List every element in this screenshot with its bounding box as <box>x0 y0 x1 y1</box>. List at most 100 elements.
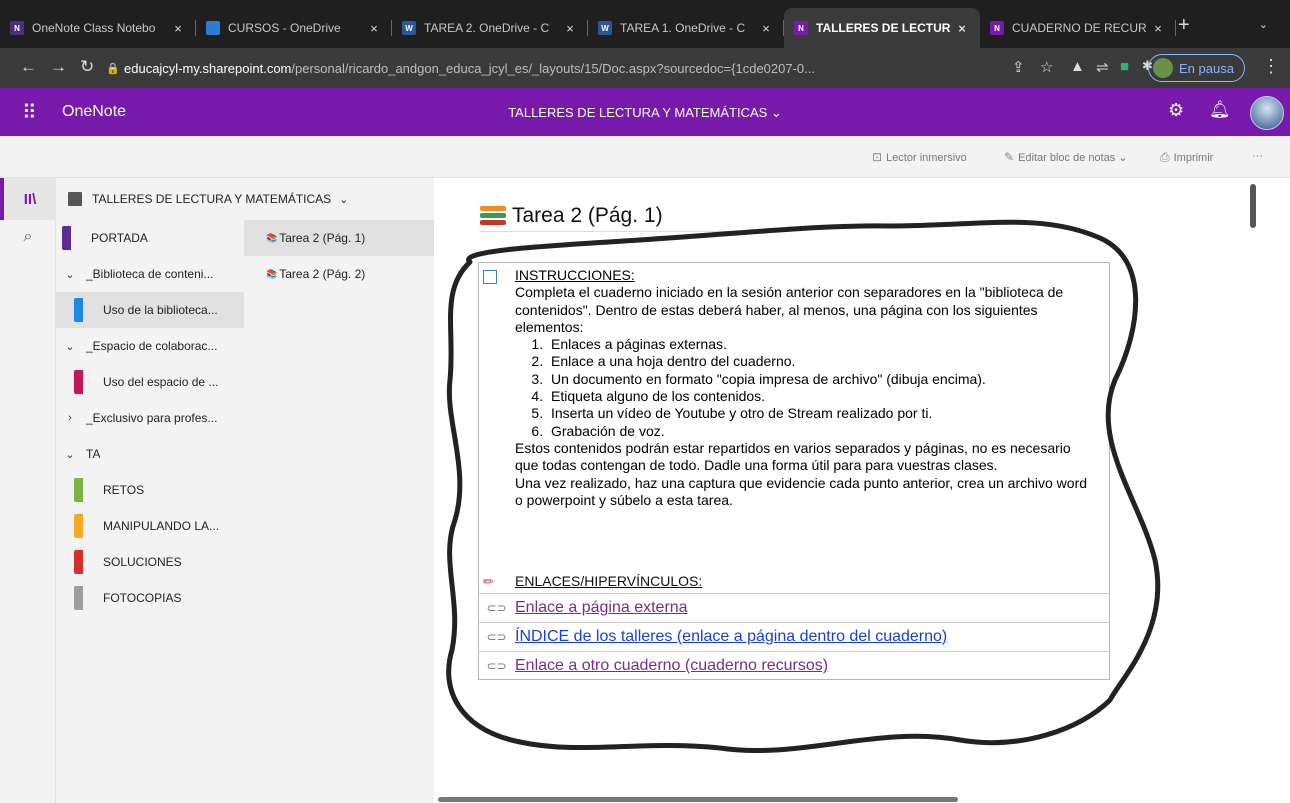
page-item[interactable]: 📚 Tarea 2 (Pág. 1) <box>244 220 434 256</box>
forward-arrow-icon[interactable]: → <box>50 57 67 77</box>
page-label: Tarea 2 (Pág. 2) <box>279 267 366 281</box>
address-bar[interactable]: 🔒 educajcyl-my.sharepoint.com/personal/r… <box>106 54 978 82</box>
section-color-tab <box>74 298 83 322</box>
immersive-reader-button[interactable]: ⊡ Lector inmersivo <box>872 150 967 164</box>
new-tab-button[interactable]: + <box>1178 14 1190 37</box>
notebook-title-dropdown[interactable]: TALLERES DE LECTURA Y MATEMÁTICAS ⌄ <box>0 105 1290 121</box>
close-icon[interactable]: × <box>758 21 774 36</box>
browser-tab-strip: N OneNote Class Notebo × CURSOS - OneDrive ×… <box>0 0 1290 48</box>
section-item[interactable]: Uso del espacio de ... <box>56 364 244 400</box>
settings-gear-icon[interactable]: ⚙ <box>1168 100 1184 121</box>
link-chain-icon: ⊂⊃ <box>486 630 507 644</box>
url-host: educajcyl-my.sharepoint.com <box>124 60 292 76</box>
section-color-tab <box>74 586 83 610</box>
hyperlink[interactable]: Enlace a otro cuaderno (cuaderno recurso… <box>515 657 828 675</box>
chevron-down-icon[interactable]: ⌄ <box>60 448 80 461</box>
section-group[interactable]: › _Exclusivo para profes... <box>56 400 244 436</box>
section-label: _Exclusivo para profes... <box>86 411 218 425</box>
chevron-down-icon: ⌄ <box>339 193 349 206</box>
link-chain-icon: ⊂⊃ <box>486 601 507 615</box>
todo-checkbox[interactable] <box>483 270 497 284</box>
section-label: _Biblioteca de conteni... <box>86 267 214 281</box>
app-header: ⠿ OneNote TALLERES DE LECTURA Y MATEMÁTI… <box>0 88 1290 136</box>
section-group[interactable]: ⌄ _Biblioteca de conteni... <box>56 256 244 292</box>
page-pane <box>244 220 434 803</box>
hyperlink[interactable]: ÍNDICE de los talleres (enlace a página … <box>515 628 947 646</box>
section-label: Uso de la biblioteca... <box>103 303 218 317</box>
list-item: Grabación de voz. <box>547 423 1095 440</box>
section-item[interactable]: Uso de la biblioteca... <box>56 292 244 328</box>
browser-tab[interactable]: W TAREA 2. OneDrive - C × <box>392 8 588 48</box>
tab-label: CURSOS - OneDrive <box>228 21 341 35</box>
horizontal-scrollbar[interactable] <box>438 797 958 802</box>
profile-avatar <box>1153 58 1173 78</box>
browser-tab[interactable]: N TALLERES DE LECTUR × <box>784 8 980 48</box>
tab-label: TAREA 1. OneDrive - C <box>620 21 746 35</box>
list-item: Inserta un vídeo de Youtube y otro de St… <box>547 405 1095 422</box>
profile-button[interactable]: En pausa <box>1148 54 1245 82</box>
search-icon[interactable]: ⌕ <box>0 228 56 246</box>
extension-icon[interactable]: ⇌ <box>1096 58 1109 76</box>
close-icon[interactable]: × <box>562 21 578 36</box>
page-item[interactable]: 📚 Tarea 2 (Pág. 2) <box>244 256 434 292</box>
user-avatar[interactable] <box>1250 96 1284 130</box>
tab-label: TAREA 2. OneDrive - C <box>424 21 550 35</box>
section-item[interactable]: PORTADA <box>56 220 244 256</box>
instructions-paragraph: Una vez realizado, haz una captura que e… <box>515 474 1088 508</box>
section-color-tab <box>74 478 83 502</box>
list-item: Un documento en formato "copia impresa d… <box>547 371 1095 388</box>
pencil-tag-icon: ✏ <box>483 574 494 589</box>
green-extension-icon[interactable]: ■ <box>1120 58 1129 75</box>
browser-tab[interactable]: N OneNote Class Notebo × <box>0 8 196 48</box>
section-color-tab <box>74 550 83 574</box>
print-button[interactable]: ⎙ Imprimir <box>1160 150 1213 165</box>
section-label: TA <box>86 447 101 461</box>
browser-toolbar: ← → ↻ 🔒 educajcyl-my.sharepoint.com/pers… <box>0 48 1290 88</box>
close-icon[interactable]: × <box>1150 21 1166 36</box>
notebook-switcher[interactable]: TALLERES DE LECTURA Y MATEMÁTICAS ⌄ <box>56 178 434 220</box>
section-item[interactable]: MANIPULANDO LA... <box>56 508 244 544</box>
page-title[interactable]: Tarea 2 (Pág. 1) <box>480 200 730 232</box>
browser-tab[interactable]: W TAREA 1. OneDrive - C × <box>588 8 784 48</box>
drive-extension-icon[interactable]: ▲ <box>1070 58 1085 75</box>
books-icon <box>480 205 506 227</box>
chevron-down-icon[interactable]: ⌄ <box>60 340 80 353</box>
section-group[interactable]: ⌄ TA <box>56 436 244 472</box>
bookmark-star-icon[interactable]: ☆ <box>1040 58 1053 76</box>
section-group[interactable]: ⌄ _Espacio de colaborac... <box>56 328 244 364</box>
notebooks-library-icon[interactable]: II\ <box>0 178 56 220</box>
notifications-bell-icon[interactable]: 🔔︎ <box>1209 100 1231 120</box>
instructions-paragraph: Estos contenidos podrán estar repartidos… <box>515 439 1071 474</box>
tab-list: N OneNote Class Notebo × CURSOS - OneDrive ×… <box>0 8 1176 48</box>
close-icon[interactable]: × <box>366 21 382 36</box>
browser-menu-icon[interactable]: ⋮ <box>1262 56 1280 77</box>
section-label: FOTOCOPIAS <box>103 591 182 605</box>
section-item[interactable]: SOLUCIONES <box>56 544 244 580</box>
section-item[interactable]: RETOS <box>56 472 244 508</box>
close-icon[interactable]: × <box>954 21 970 36</box>
browser-tab[interactable]: N CUADERNO DE RECUR × <box>980 8 1176 48</box>
share-icon[interactable]: ⇪ <box>1012 58 1025 76</box>
printer-icon: ⎙ <box>1160 150 1170 164</box>
onenote-class-icon: N <box>10 21 24 35</box>
notebook-icon <box>68 192 82 206</box>
link-row: ⊂⊃ Enlace a página externa <box>478 593 1110 622</box>
section-label: _Espacio de colaborac... <box>86 339 218 353</box>
edit-notebook-button[interactable]: ✎ Editar bloc de notas ⌄ <box>1004 150 1128 164</box>
page-title-text: Tarea 2 (Pág. 1) <box>512 203 663 227</box>
more-options-button[interactable]: ··· <box>1252 150 1263 162</box>
list-item: Enlaces a páginas externas. <box>547 336 1095 353</box>
back-arrow-icon[interactable]: ← <box>20 57 37 77</box>
profile-status: En pausa <box>1179 60 1234 76</box>
section-item[interactable]: FOTOCOPIAS <box>56 580 244 616</box>
books-icon: 📚 <box>266 268 278 279</box>
chevron-right-icon[interactable]: › <box>60 412 80 424</box>
browser-tab[interactable]: CURSOS - OneDrive × <box>196 8 392 48</box>
close-icon[interactable]: × <box>170 21 186 36</box>
vertical-scrollbar[interactable] <box>1250 184 1256 228</box>
chevron-down-icon[interactable]: ⌄ <box>60 268 80 281</box>
hyperlink[interactable]: Enlace a página externa <box>515 599 688 617</box>
tab-search-chevron-icon[interactable]: ⌄ <box>1259 18 1268 31</box>
instructions-block[interactable]: INSTRUCCIONES: Completa el cuaderno inic… <box>515 267 1095 509</box>
reload-icon[interactable]: ↻ <box>80 57 94 77</box>
